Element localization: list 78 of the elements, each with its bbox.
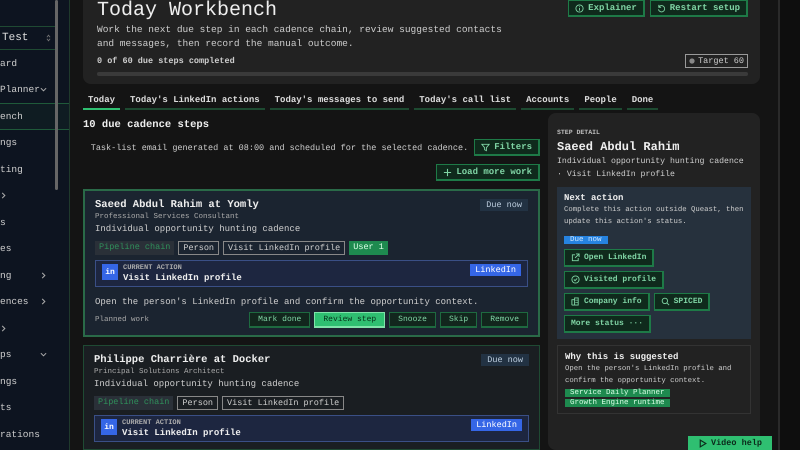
- step-description: Open the person's LinkedIn profile and confirm the opportunity context.: [95, 297, 480, 307]
- sidebar-item[interactable]: ngs: [0, 368, 69, 394]
- linkedin-badge: in: [101, 419, 117, 435]
- progress-label: 0 of 60 due steps completed: [97, 56, 235, 66]
- sidebar-item[interactable]: s: [0, 209, 69, 236]
- status-badge: Due now: [481, 354, 529, 366]
- tab[interactable]: Done: [626, 93, 658, 110]
- list-heading: 10 due cadence steps: [83, 119, 210, 131]
- schedule-note: Task-list email generated at 08:00 and scheduled for the selected cadence.: [90, 142, 468, 152]
- tag: Visit LinkedIn profile: [223, 241, 346, 255]
- target-icon: [689, 58, 696, 64]
- action-title: Visit LinkedIn profile: [122, 428, 242, 438]
- section-title: Next action: [564, 193, 624, 203]
- target-badge: Target 60: [685, 54, 748, 68]
- action-title: Visit LinkedIn profile: [123, 273, 243, 283]
- step-subtitle: Individual opportunity hunting cadence · Visit LinkedIn profile: [557, 156, 745, 181]
- video-help-button[interactable]: Video help: [688, 436, 772, 450]
- sidebar-item[interactable]: ench: [0, 103, 69, 130]
- sidebar-item[interactable]: ting: [0, 156, 69, 182]
- status-button[interactable]: Visited profile: [564, 271, 664, 289]
- tag: Person: [178, 241, 220, 255]
- page-title: Today Workbench: [97, 0, 278, 22]
- page-description: Work the next due step in each cadence chain, review suggested contacts and messages, then record the manual outcome.: [97, 23, 503, 51]
- step-card[interactable]: [83, 189, 540, 337]
- tab[interactable]: Today's call list: [414, 93, 516, 110]
- load-more-button[interactable]: Load more work: [436, 164, 540, 181]
- card-action-button[interactable]: Mark done: [249, 312, 310, 328]
- card-title: Saeed Abdul Rahim at Yomly: [95, 199, 259, 211]
- filters-button[interactable]: Filters: [474, 139, 540, 156]
- linkedin-badge: in: [102, 264, 118, 280]
- header-button[interactable]: Restart setup: [650, 0, 748, 17]
- filter-icon: [481, 142, 490, 152]
- sidebar-item[interactable]: ps: [0, 342, 69, 368]
- tag: Pipeline chain: [94, 396, 174, 410]
- tab[interactable]: Today: [83, 93, 120, 110]
- card-action-button[interactable]: Skip: [440, 312, 478, 328]
- sidebar-item[interactable]: ng: [0, 262, 69, 288]
- cadence-name: Individual opportunity hunting cadence: [94, 379, 300, 389]
- external-link-icon: [571, 253, 580, 262]
- tag: Pipeline chain: [95, 241, 174, 255]
- status-button[interactable]: Company info: [564, 293, 650, 311]
- tag: User 1: [349, 241, 388, 255]
- sidebar-item[interactable]: ences: [0, 288, 69, 315]
- card-action-button[interactable]: Snooze: [389, 312, 436, 328]
- card-action-button[interactable]: Remove: [481, 312, 528, 328]
- channel-badge: LinkedIn: [471, 419, 522, 431]
- section-title: Why this is suggested: [565, 352, 680, 362]
- card-action-button[interactable]: Review step: [314, 312, 386, 328]
- status-button[interactable]: Open LinkedIn: [564, 249, 654, 267]
- search-icon: [660, 297, 670, 306]
- sidebar-item[interactable]: es: [0, 236, 69, 262]
- restart-icon: [656, 4, 666, 12]
- tab[interactable]: Today's LinkedIn actions: [125, 93, 265, 110]
- contact-name: Saeed Abdul Rahim: [557, 140, 680, 154]
- info-icon: [575, 4, 584, 12]
- status-button[interactable]: SPICED: [654, 293, 710, 311]
- card-title: Philippe Charrière at Docker: [94, 354, 270, 366]
- sidebar-item[interactable]: ts: [0, 394, 69, 421]
- tag: Person: [177, 396, 218, 410]
- building-icon: [571, 297, 580, 306]
- tab[interactable]: People: [579, 93, 622, 110]
- plus-icon: [443, 168, 452, 176]
- check-circle-icon: [571, 275, 580, 284]
- sidebar-item[interactable]: Planner: [0, 76, 69, 103]
- status-badge: Due now: [480, 199, 528, 211]
- sidebar-item[interactable]: ngs: [0, 130, 69, 156]
- tab[interactable]: Today's messages to send: [270, 93, 410, 110]
- scrollbar[interactable]: [55, 0, 58, 190]
- cadence-name: Individual opportunity hunting cadence: [95, 224, 302, 234]
- header-button[interactable]: Explainer: [568, 0, 645, 17]
- tag: Visit LinkedIn profile: [222, 396, 344, 410]
- channel-badge: LinkedIn: [470, 264, 521, 276]
- tab[interactable]: Accounts: [521, 93, 574, 110]
- play-icon: [698, 438, 707, 448]
- sidebar-item[interactable]: rations: [0, 421, 69, 448]
- sidebar-item[interactable]: ard: [0, 50, 69, 76]
- status-button[interactable]: More status ···: [564, 315, 652, 333]
- sort-icon: [46, 34, 51, 42]
